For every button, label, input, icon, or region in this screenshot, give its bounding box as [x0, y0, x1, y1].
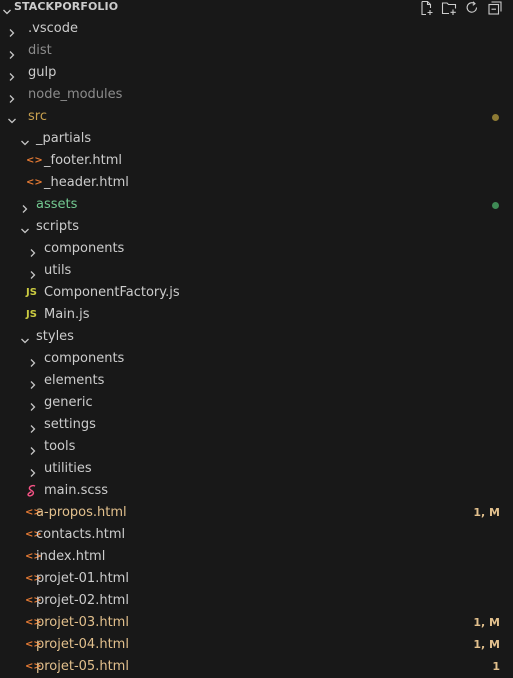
tree-item-label: utils: [44, 263, 72, 278]
file-componentfactory-js[interactable]: JS ComponentFactory.js: [0, 282, 513, 304]
chevron-right-icon[interactable]: [28, 398, 38, 411]
tree-item-label: components: [44, 241, 125, 256]
chevron-right-icon[interactable]: [28, 244, 38, 257]
chevron-right-icon[interactable]: [28, 420, 38, 433]
git-status-badge: 1: [492, 660, 500, 673]
folder-gulp[interactable]: gulp: [0, 62, 513, 84]
folder-settings[interactable]: settings: [0, 414, 513, 436]
tree-item-label: index.html: [36, 549, 106, 564]
tree-item-label: styles: [36, 329, 74, 344]
file-header-html[interactable]: <> _header.html: [0, 172, 513, 194]
chevron-down-icon[interactable]: [2, 2, 12, 15]
chevron-right-icon[interactable]: [28, 376, 38, 389]
tree-item-label: projet-02.html: [36, 593, 129, 608]
new-file-icon[interactable]: [418, 0, 434, 16]
html-file-icon: <>: [26, 155, 43, 166]
folder-assets[interactable]: assets: [0, 194, 513, 216]
tree-item-label: dist: [28, 43, 52, 58]
chevron-down-icon[interactable]: [20, 134, 30, 146]
tree-item-label: contacts.html: [36, 527, 126, 542]
chevron-right-icon[interactable]: [28, 464, 38, 477]
git-status-dot: [492, 202, 499, 209]
folder-utilities[interactable]: utilities: [0, 458, 513, 480]
folder-components[interactable]: components: [0, 238, 513, 260]
folder-scripts[interactable]: scripts: [0, 216, 513, 238]
tree-item-label: a-propos.html: [36, 505, 127, 520]
chevron-right-icon[interactable]: [28, 354, 38, 367]
tree-item-label: .vscode: [28, 21, 78, 36]
folder-styles[interactable]: styles: [0, 326, 513, 348]
chevron-right-icon[interactable]: [28, 266, 38, 279]
tree-item-label: assets: [36, 197, 78, 212]
file-projet-01-html[interactable]: <> projet-01.html: [0, 568, 513, 590]
file-projet-02-html[interactable]: <> projet-02.html: [0, 590, 513, 612]
tree-item-label: node_modules: [28, 87, 123, 102]
chevron-right-icon[interactable]: [7, 68, 17, 81]
folder-generic[interactable]: generic: [0, 392, 513, 414]
folder-elements[interactable]: elements: [0, 370, 513, 392]
explorer-panel: STACKPORFOLIO .vscode dist gulp node_module…: [0, 0, 513, 678]
folder-dist[interactable]: dist: [0, 40, 513, 62]
html-file-icon: <>: [26, 177, 43, 188]
tree-item-label: projet-03.html: [36, 615, 129, 630]
file-footer-html[interactable]: <> _footer.html: [0, 150, 513, 172]
chevron-down-icon[interactable]: [7, 112, 17, 124]
tree-item-label: src: [28, 109, 47, 124]
tree-item-label: gulp: [28, 65, 57, 80]
tree-item-label: scripts: [36, 219, 79, 234]
folder-components[interactable]: components: [0, 348, 513, 370]
tree-item-label: main.scss: [44, 483, 109, 498]
chevron-down-icon[interactable]: [20, 332, 30, 344]
file-index-html[interactable]: <> index.html: [0, 546, 513, 568]
file-projet-05-html[interactable]: <> projet-05.html 1: [0, 656, 513, 678]
folder-utils[interactable]: utils: [0, 260, 513, 282]
new-folder-icon[interactable]: [441, 0, 457, 16]
js-file-icon: JS: [26, 287, 37, 298]
tree-item-label: elements: [44, 373, 105, 388]
git-status-badge: 1, M: [473, 638, 500, 651]
chevron-right-icon[interactable]: [7, 46, 17, 59]
file-projet-03-html[interactable]: <> projet-03.html 1, M: [0, 612, 513, 634]
tree-item-label: utilities: [44, 461, 92, 476]
file-tree: .vscode dist gulp node_modulessrc _partials <…: [0, 18, 513, 678]
folder-vscode[interactable]: .vscode: [0, 18, 513, 40]
tree-item-label: generic: [44, 395, 93, 410]
explorer-header[interactable]: STACKPORFOLIO: [0, 0, 513, 18]
tree-item-label: settings: [44, 417, 96, 432]
tree-item-label: _partials: [36, 131, 92, 146]
tree-item-label: projet-01.html: [36, 571, 129, 586]
explorer-title: STACKPORFOLIO: [14, 0, 119, 13]
chevron-right-icon[interactable]: [7, 24, 17, 37]
chevron-right-icon[interactable]: [20, 200, 30, 213]
tree-item-label: projet-05.html: [36, 659, 129, 674]
tree-item-label: tools: [44, 439, 76, 454]
collapse-all-icon[interactable]: [487, 0, 503, 16]
file-main-scss[interactable]: main.scss: [0, 480, 513, 502]
refresh-icon[interactable]: [464, 0, 480, 16]
chevron-right-icon[interactable]: [7, 90, 17, 103]
js-file-icon: JS: [26, 309, 37, 320]
folder-tools[interactable]: tools: [0, 436, 513, 458]
git-status-badge: 1, M: [473, 506, 500, 519]
file-a-propos-html[interactable]: <> a-propos.html 1, M: [0, 502, 513, 524]
tree-item-label: projet-04.html: [36, 637, 129, 652]
tree-item-label: ComponentFactory.js: [44, 285, 180, 300]
folder-node-modules[interactable]: node_modules: [0, 84, 513, 106]
file-contacts-html[interactable]: <> contacts.html: [0, 524, 513, 546]
file-projet-04-html[interactable]: <> projet-04.html 1, M: [0, 634, 513, 656]
folder-partials[interactable]: _partials: [0, 128, 513, 150]
tree-item-label: components: [44, 351, 125, 366]
chevron-right-icon[interactable]: [28, 442, 38, 455]
explorer-actions: [418, 0, 503, 16]
tree-item-label: Main.js: [44, 307, 90, 322]
chevron-down-icon[interactable]: [20, 222, 30, 234]
git-status-badge: 1, M: [473, 616, 500, 629]
tree-item-label: _header.html: [44, 175, 129, 190]
git-status-dot: [492, 114, 499, 121]
tree-item-label: _footer.html: [44, 153, 122, 168]
file-main-js[interactable]: JS Main.js: [0, 304, 513, 326]
folder-src[interactable]: src: [0, 106, 513, 128]
